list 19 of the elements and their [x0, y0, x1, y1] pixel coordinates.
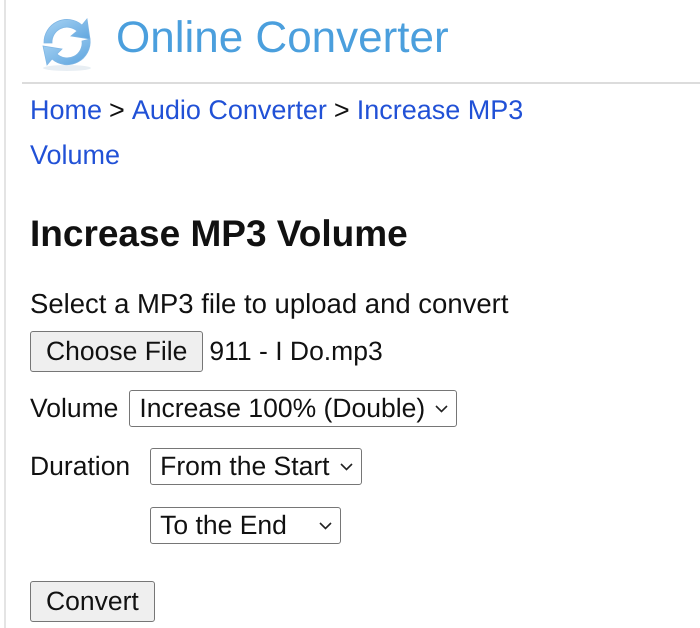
choose-file-button[interactable]: Choose File: [30, 331, 204, 372]
breadcrumb-separator: >: [109, 94, 125, 127]
upload-prompt: Select a MP3 file to upload and convert: [30, 289, 510, 319]
breadcrumb-link[interactable]: Audio Converter: [132, 88, 327, 133]
field-label: Volume: [30, 392, 118, 425]
breadcrumb-link[interactable]: Volume: [30, 133, 120, 178]
breadcrumb-link[interactable]: Home: [30, 88, 102, 133]
dropdown-select[interactable]: To the End: [150, 507, 342, 544]
chevron-down-icon: [340, 462, 353, 470]
dropdown-select[interactable]: From the Start: [150, 448, 362, 485]
convert-button[interactable]: Convert: [30, 581, 155, 622]
chevron-down-icon: [435, 404, 448, 412]
breadcrumb-separator: >: [334, 94, 350, 127]
file-name: 911 - I Do.mp3: [209, 336, 383, 367]
page-heading: Increase MP3 Volume: [30, 213, 409, 255]
chevron-down-icon: [319, 522, 332, 530]
dropdown-select[interactable]: Increase 100% (Double): [129, 390, 458, 427]
breadcrumb-link[interactable]: Increase MP3: [356, 88, 524, 133]
field-label: Duration: [30, 450, 130, 483]
